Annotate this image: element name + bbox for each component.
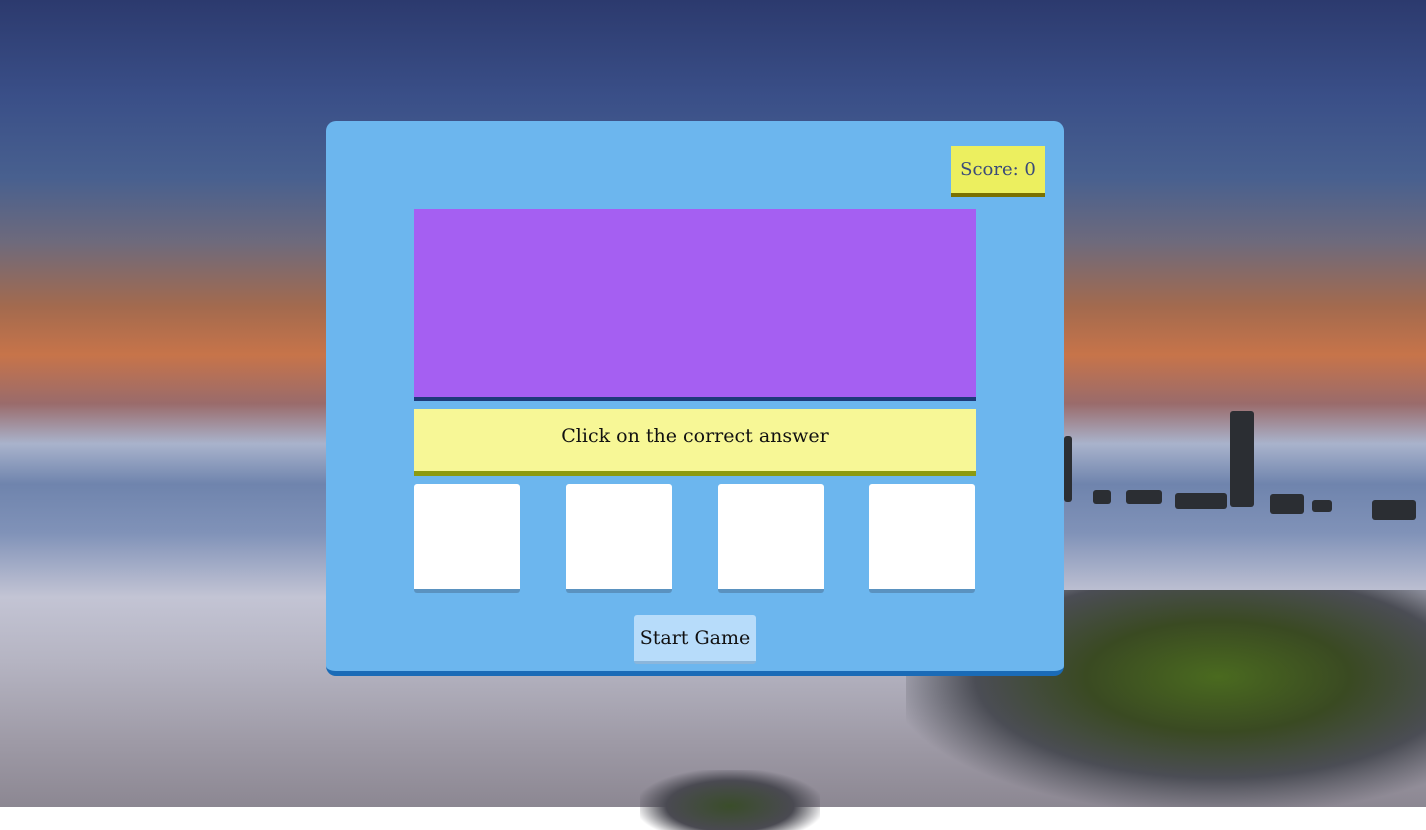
instruction-text: Click on the correct answer (414, 409, 976, 476)
start-game-button[interactable]: Start Game (634, 615, 756, 664)
background-rock (640, 770, 820, 830)
score-display: Score: 0 (951, 146, 1045, 197)
answer-choice-4[interactable] (869, 484, 975, 593)
game-panel: Score: 0 Click on the correct answer Sta… (326, 121, 1064, 676)
background-post (1064, 436, 1072, 502)
answer-choice-3[interactable] (718, 484, 824, 593)
background-post (1230, 411, 1254, 507)
background-post (1270, 494, 1304, 514)
background-post (1093, 490, 1111, 504)
answer-choice-1[interactable] (414, 484, 520, 593)
background-post (1175, 493, 1227, 509)
background-post (1372, 500, 1416, 520)
answer-choice-2[interactable] (566, 484, 672, 593)
question-display (414, 209, 976, 401)
background-post (1312, 500, 1332, 512)
background-post (1126, 490, 1162, 504)
